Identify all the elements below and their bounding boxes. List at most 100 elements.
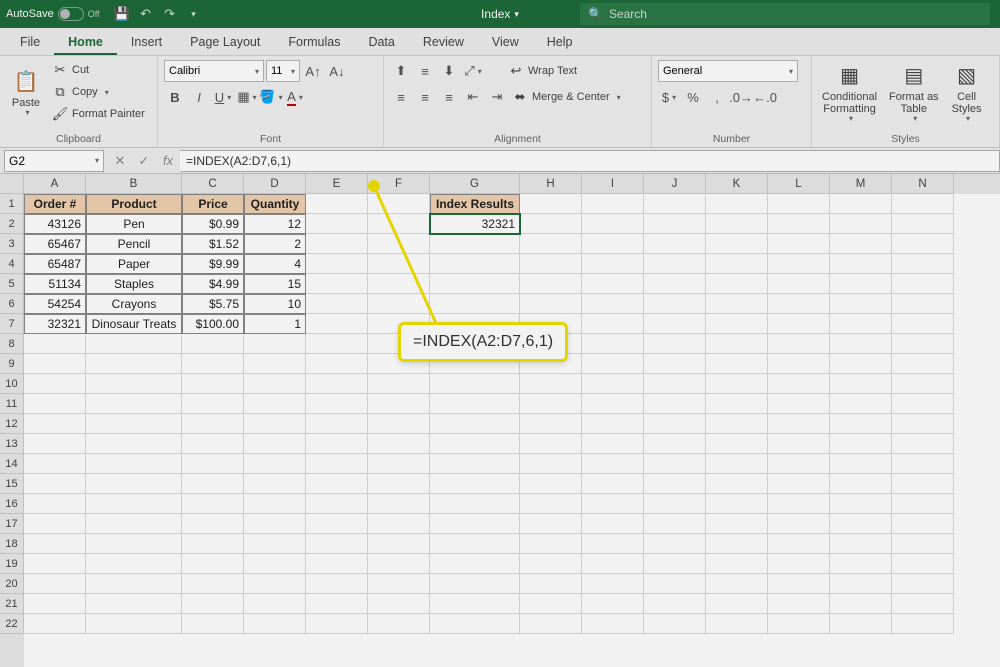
cell[interactable]: [368, 474, 430, 494]
row-header[interactable]: 5: [0, 274, 24, 294]
cell[interactable]: [86, 594, 182, 614]
decrease-font-icon[interactable]: A↓: [326, 60, 348, 82]
row-header[interactable]: 9: [0, 354, 24, 374]
cell[interactable]: [892, 354, 954, 374]
cell[interactable]: [520, 254, 582, 274]
cell[interactable]: [644, 194, 706, 214]
column-header[interactable]: J: [644, 174, 706, 194]
cell[interactable]: [582, 214, 644, 234]
cell[interactable]: [706, 194, 768, 214]
number-format-combo[interactable]: General▾: [658, 60, 798, 82]
cell[interactable]: [830, 194, 892, 214]
cell[interactable]: [830, 254, 892, 274]
wrap-text-button[interactable]: ↩ Wrap Text: [506, 61, 579, 81]
cell[interactable]: [892, 474, 954, 494]
row-header[interactable]: 16: [0, 494, 24, 514]
cell[interactable]: [368, 594, 430, 614]
tab-home[interactable]: Home: [54, 30, 117, 55]
save-icon[interactable]: 💾: [114, 6, 130, 22]
cell[interactable]: [24, 494, 86, 514]
cell[interactable]: [644, 374, 706, 394]
cell[interactable]: [306, 494, 368, 514]
increase-indent-icon[interactable]: ⇥: [486, 86, 508, 108]
cell[interactable]: [430, 614, 520, 634]
cell[interactable]: [582, 334, 644, 354]
cell[interactable]: [306, 514, 368, 534]
table-cell[interactable]: $100.00: [182, 314, 244, 334]
cell[interactable]: [892, 534, 954, 554]
cell[interactable]: [644, 234, 706, 254]
cell[interactable]: [582, 494, 644, 514]
cell[interactable]: [644, 614, 706, 634]
cell[interactable]: [430, 594, 520, 614]
tab-formulas[interactable]: Formulas: [274, 30, 354, 55]
cell[interactable]: [706, 294, 768, 314]
column-header[interactable]: G: [430, 174, 520, 194]
cell[interactable]: [520, 194, 582, 214]
cell[interactable]: [706, 574, 768, 594]
cell[interactable]: [244, 374, 306, 394]
cell[interactable]: [430, 454, 520, 474]
cell[interactable]: [182, 374, 244, 394]
cell[interactable]: [830, 374, 892, 394]
row-header[interactable]: 20: [0, 574, 24, 594]
cell[interactable]: [306, 574, 368, 594]
cell[interactable]: [182, 614, 244, 634]
cell[interactable]: [582, 254, 644, 274]
cell[interactable]: [768, 254, 830, 274]
row-header[interactable]: 2: [0, 214, 24, 234]
table-cell[interactable]: 12: [244, 214, 306, 234]
table-header-cell[interactable]: Product: [86, 194, 182, 214]
cell[interactable]: [830, 574, 892, 594]
qat-customize-icon[interactable]: ▾: [186, 6, 202, 22]
cell[interactable]: [582, 314, 644, 334]
cell[interactable]: [244, 394, 306, 414]
cell[interactable]: [706, 354, 768, 374]
cell[interactable]: [644, 594, 706, 614]
cell[interactable]: [430, 254, 520, 274]
conditional-formatting-button[interactable]: ▦ Conditional Formatting▾: [818, 60, 881, 126]
table-cell[interactable]: $0.99: [182, 214, 244, 234]
cell[interactable]: [644, 394, 706, 414]
cell[interactable]: [24, 534, 86, 554]
align-middle-icon[interactable]: ≡: [414, 60, 436, 82]
column-header[interactable]: A: [24, 174, 86, 194]
cell[interactable]: [830, 394, 892, 414]
cell[interactable]: [430, 554, 520, 574]
cell[interactable]: [582, 194, 644, 214]
cell[interactable]: [24, 574, 86, 594]
bold-button[interactable]: B: [164, 86, 186, 108]
cell[interactable]: [520, 274, 582, 294]
cell[interactable]: [582, 434, 644, 454]
cell[interactable]: [430, 494, 520, 514]
cell[interactable]: [430, 574, 520, 594]
table-cell[interactable]: 2: [244, 234, 306, 254]
cell[interactable]: [892, 254, 954, 274]
align-bottom-icon[interactable]: ⬇: [438, 60, 460, 82]
cell[interactable]: [368, 234, 430, 254]
cell[interactable]: [182, 454, 244, 474]
row-header[interactable]: 4: [0, 254, 24, 274]
increase-font-icon[interactable]: A↑: [302, 60, 324, 82]
cell[interactable]: [768, 534, 830, 554]
cell[interactable]: [830, 214, 892, 234]
cell[interactable]: [892, 614, 954, 634]
autosave-toggle[interactable]: AutoSave Off: [6, 7, 100, 21]
cell[interactable]: [644, 294, 706, 314]
cell[interactable]: [706, 374, 768, 394]
cell[interactable]: [306, 454, 368, 474]
cell[interactable]: [368, 554, 430, 574]
cell[interactable]: [306, 594, 368, 614]
cell[interactable]: [182, 514, 244, 534]
column-header[interactable]: D: [244, 174, 306, 194]
cell[interactable]: [86, 454, 182, 474]
cell[interactable]: [306, 554, 368, 574]
cell[interactable]: [306, 314, 368, 334]
cell[interactable]: [768, 314, 830, 334]
cell[interactable]: [24, 614, 86, 634]
cell[interactable]: [520, 534, 582, 554]
cell[interactable]: [582, 574, 644, 594]
cell[interactable]: [520, 294, 582, 314]
cell[interactable]: [244, 494, 306, 514]
cell[interactable]: [768, 194, 830, 214]
